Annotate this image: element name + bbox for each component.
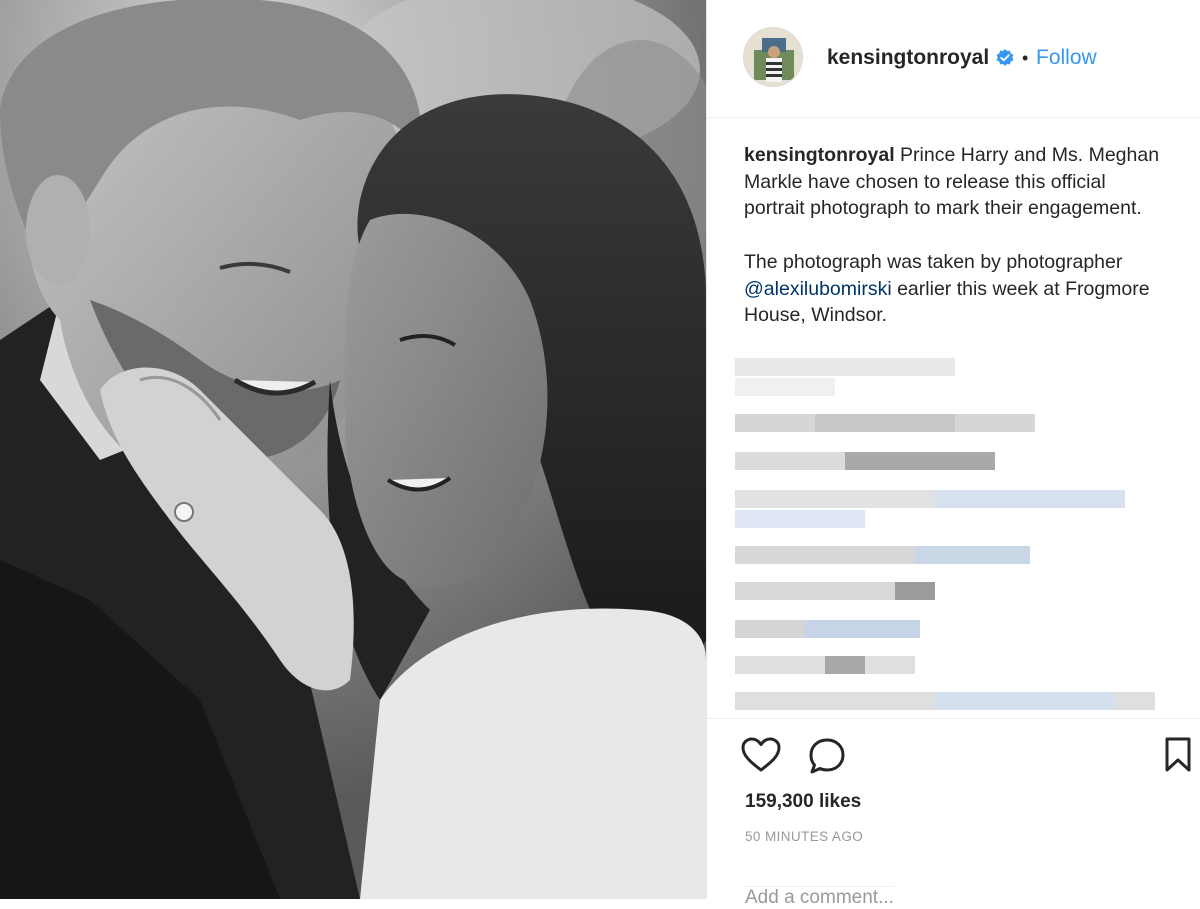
pixelated-comments: [735, 358, 1175, 718]
post-sidebar: kensingtonroyal • Follow kensingtonroyal…: [706, 0, 1200, 908]
separator: •: [1022, 48, 1029, 68]
author-username[interactable]: kensingtonroyal: [827, 45, 989, 71]
caption-text-2a: The photograph was taken by photographer: [744, 250, 1123, 273]
caption-username[interactable]: kensingtonroyal: [744, 144, 895, 166]
follow-button[interactable]: Follow: [1036, 45, 1097, 71]
likes-count[interactable]: 159,300 likes: [745, 791, 861, 813]
mention-link[interactable]: @alexilubomirski: [744, 278, 892, 300]
portrait-image: [0, 0, 706, 899]
post-caption: kensingtonroyal Prince Harry and Ms. Meg…: [744, 142, 1164, 329]
verified-badge-icon: [996, 49, 1014, 66]
post-header: kensingtonroyal • Follow: [707, 0, 1200, 118]
caption-paragraph-2: The photograph was taken by photographer…: [744, 249, 1164, 329]
bookmark-icon[interactable]: [1163, 737, 1193, 773]
comment-icon[interactable]: [807, 737, 847, 775]
comment-input[interactable]: Add a comment...: [745, 886, 894, 909]
heart-icon[interactable]: [741, 737, 781, 773]
caption-paragraph-1: kensingtonroyal Prince Harry and Ms. Meg…: [744, 142, 1164, 222]
post-timestamp: 50 MINUTES AGO: [745, 829, 864, 844]
avatar[interactable]: [743, 27, 803, 87]
post-actions: 159,300 likes 50 MINUTES AGO Add a comme…: [707, 718, 1200, 908]
post-photo[interactable]: [0, 0, 706, 899]
